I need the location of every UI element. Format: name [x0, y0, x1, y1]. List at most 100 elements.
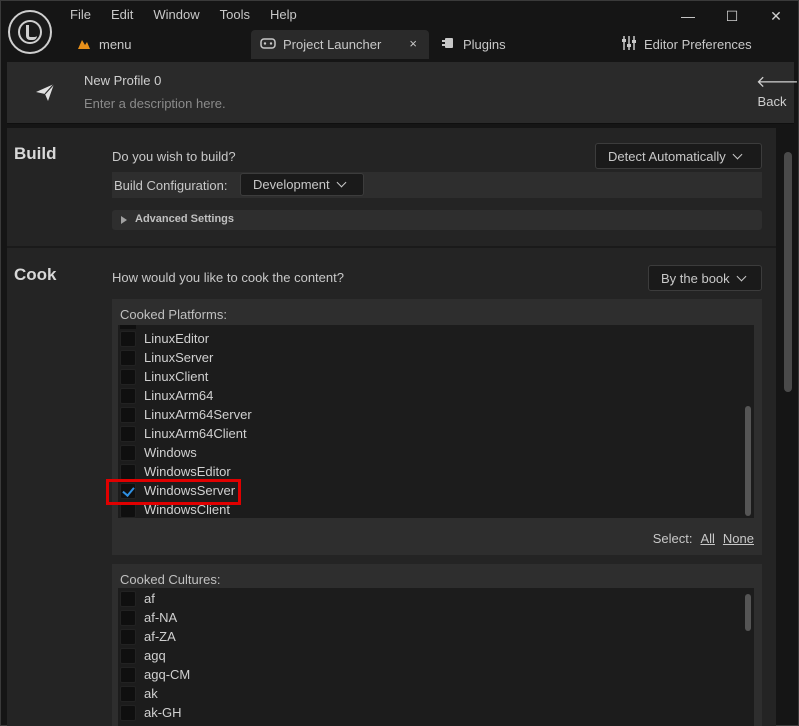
cooked-cultures-list: af af-NA af-ZA agq agq-CM ak ak-GH — [118, 588, 754, 726]
profile-header: New Profile 0 Enter a description here. … — [7, 62, 799, 124]
unreal-logo-icon[interactable] — [8, 10, 52, 54]
culture-label: af-ZA — [144, 629, 176, 644]
build-configuration-label: Build Configuration: — [114, 178, 228, 193]
culture-row[interactable]: af-NA — [120, 608, 177, 627]
maximize-button[interactable]: ☐ — [710, 1, 754, 31]
platform-checkbox[interactable] — [120, 425, 136, 442]
platform-row[interactable]: LinuxClient — [120, 367, 208, 386]
platform-checkbox[interactable] — [120, 368, 136, 385]
close-window-button[interactable]: ✕ — [754, 1, 798, 31]
project-launcher-window: File Edit Window Tools Help — ☐ ✕ menu P… — [0, 0, 799, 726]
menu-bar: File Edit Window Tools Help — [70, 7, 317, 22]
build-mode-dropdown[interactable]: Detect Automatically — [595, 143, 762, 169]
platform-checkbox[interactable] — [120, 444, 136, 461]
culture-row[interactable]: af — [120, 589, 155, 608]
platform-row[interactable]: LinuxArm64Server — [120, 405, 252, 424]
platform-label: Windows — [144, 445, 197, 460]
close-tab-icon[interactable]: × — [409, 36, 417, 51]
tab-menu-label: menu — [99, 37, 132, 52]
culture-label: ak — [144, 686, 158, 701]
window-controls: — ☐ ✕ — [666, 1, 798, 31]
platform-checkbox[interactable] — [120, 330, 136, 347]
tab-editor-preferences[interactable]: Editor Preferences — [620, 30, 752, 59]
platform-row[interactable]: LinuxArm64 — [120, 386, 213, 405]
profile-name[interactable]: New Profile 0 — [84, 73, 161, 88]
content-scrollbar[interactable] — [784, 152, 792, 392]
chevron-down-icon — [336, 177, 347, 188]
culture-checkbox[interactable] — [120, 666, 136, 683]
launch-profile-content: Build Do you wish to build? Detect Autom… — [7, 128, 776, 726]
platform-row[interactable]: LinuxServer — [120, 348, 213, 367]
platform-checkbox[interactable] — [120, 349, 136, 366]
plugin-icon — [439, 36, 457, 53]
platform-row[interactable]: LinuxArm64Client — [120, 424, 247, 443]
platforms-select-bar: Select: All None — [653, 531, 754, 546]
platform-label: LinuxServer — [144, 350, 214, 365]
platform-label: LinuxArm64Server — [144, 407, 252, 422]
tab-menu[interactable]: menu — [75, 30, 132, 59]
menu-file[interactable]: File — [70, 7, 101, 22]
paper-plane-icon — [36, 83, 55, 101]
cook-question: How would you like to cook the content? — [112, 270, 344, 285]
title-bar: File Edit Window Tools Help — ☐ ✕ menu P… — [1, 1, 798, 59]
menu-edit[interactable]: Edit — [111, 7, 143, 22]
build-section-title: Build — [14, 144, 57, 163]
culture-checkbox[interactable] — [120, 685, 136, 702]
platform-row[interactable]: Windows — [120, 443, 197, 462]
tab-project-launcher-label: Project Launcher — [283, 37, 382, 52]
sliders-icon — [620, 35, 638, 54]
platforms-scrollbar[interactable] — [745, 406, 751, 516]
culture-row[interactable]: agq-CM — [120, 665, 190, 684]
culture-checkbox[interactable] — [120, 647, 136, 664]
cooked-cultures-title: Cooked Cultures: — [120, 572, 221, 587]
platform-checkbox[interactable] — [120, 406, 136, 423]
tab-plugins[interactable]: Plugins — [439, 30, 506, 59]
platform-label: LinuxArm64Client — [144, 426, 247, 441]
platform-label: WindowsEditor — [144, 464, 231, 479]
platform-checkbox[interactable] — [120, 387, 136, 404]
culture-checkbox[interactable] — [120, 704, 136, 721]
advanced-settings-label: Advanced Settings — [135, 213, 235, 225]
culture-checkbox[interactable] — [120, 628, 136, 645]
platform-checkbox[interactable] — [120, 463, 136, 480]
back-button[interactable]: 🡐 Back — [756, 74, 799, 110]
culture-row[interactable]: agq — [120, 646, 166, 665]
culture-row[interactable]: ak — [120, 684, 158, 703]
highlight-box — [106, 479, 241, 505]
cooked-platforms-panel: Cooked Platforms: LinuxEditor LinuxServe… — [112, 299, 762, 555]
culture-label: agq-CM — [144, 667, 191, 682]
cooked-platforms-title: Cooked Platforms: — [120, 307, 227, 322]
expand-arrow-icon — [121, 216, 127, 224]
menu-tools[interactable]: Tools — [220, 7, 260, 22]
launcher-icon — [259, 36, 277, 53]
culture-checkbox[interactable] — [120, 590, 136, 607]
culture-checkbox[interactable] — [120, 609, 136, 626]
platform-label: LinuxArm64 — [144, 388, 214, 403]
culture-row[interactable]: af-ZA — [120, 627, 176, 646]
back-label: Back — [757, 94, 787, 109]
menu-window[interactable]: Window — [153, 7, 209, 22]
select-none-link[interactable]: None — [723, 531, 754, 546]
culture-label: ak-GH — [144, 705, 182, 720]
build-configuration-row: Build Configuration: Development — [112, 172, 762, 198]
profile-description-input[interactable]: Enter a description here. — [84, 96, 226, 111]
advanced-settings-expander[interactable]: Advanced Settings — [112, 210, 762, 230]
platform-row[interactable]: LinuxEditor — [120, 329, 209, 348]
level-icon — [75, 36, 93, 53]
tab-project-launcher[interactable]: Project Launcher × — [251, 30, 429, 59]
section-divider — [7, 246, 776, 248]
cultures-scrollbar[interactable] — [745, 594, 751, 631]
select-all-link[interactable]: All — [700, 531, 714, 546]
cook-mode-dropdown[interactable]: By the book — [648, 265, 762, 291]
cook-section-title: Cook — [14, 265, 57, 284]
build-mode-value: Detect Automatically — [608, 148, 726, 164]
culture-label: af-NA — [144, 610, 178, 625]
tab-editor-preferences-label: Editor Preferences — [644, 37, 752, 52]
culture-label: agq — [144, 648, 166, 663]
build-configuration-dropdown[interactable]: Development — [240, 173, 364, 196]
culture-row[interactable]: ak-GH — [120, 703, 182, 722]
minimize-button[interactable]: — — [666, 1, 710, 31]
back-arrow-icon: 🡐 — [756, 74, 799, 91]
build-question: Do you wish to build? — [112, 149, 236, 164]
menu-help[interactable]: Help — [270, 7, 307, 22]
